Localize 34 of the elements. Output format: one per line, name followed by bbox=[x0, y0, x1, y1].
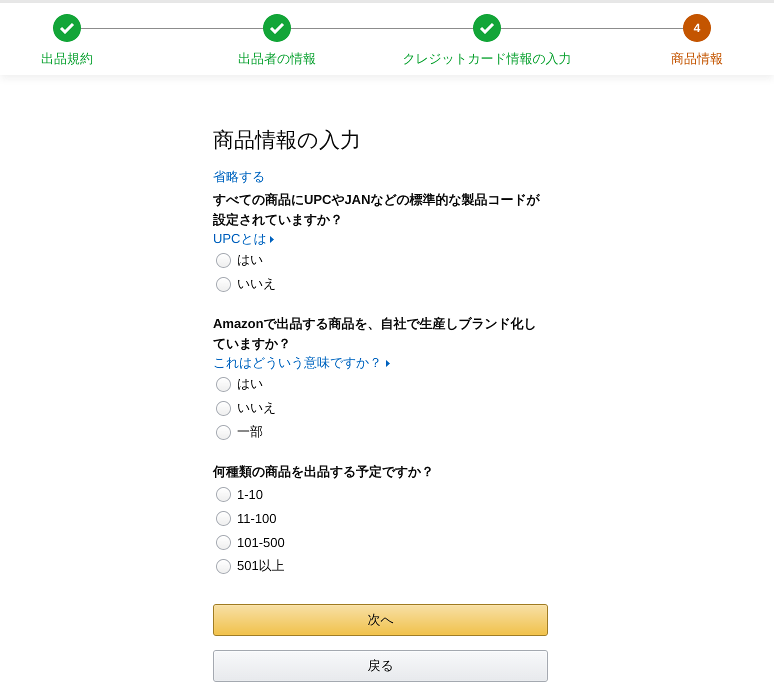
option-label: 1-10 bbox=[237, 486, 264, 502]
step-number: 4 bbox=[683, 14, 711, 42]
option-label: いいえ bbox=[237, 399, 276, 417]
next-button[interactable]: 次へ bbox=[213, 604, 548, 636]
option-label: はい bbox=[237, 375, 263, 393]
option-label: 101-500 bbox=[237, 534, 285, 550]
radio-button[interactable] bbox=[216, 510, 231, 526]
question-text: 何種類の商品を出品する予定ですか？ bbox=[213, 463, 435, 481]
radio-button[interactable] bbox=[216, 534, 231, 550]
help-link[interactable]: UPCとは bbox=[213, 230, 274, 248]
page-title: 商品情報の入力 bbox=[213, 128, 362, 154]
help-link[interactable]: これはどういう意味ですか？ bbox=[213, 354, 390, 372]
radio-button[interactable] bbox=[216, 276, 231, 292]
radio-button[interactable] bbox=[216, 252, 231, 268]
back-button[interactable]: 戻る bbox=[213, 650, 548, 682]
option-label: 501以上 bbox=[237, 557, 285, 575]
step-label: 商品情報 bbox=[671, 50, 723, 68]
option-label: いいえ bbox=[237, 275, 276, 293]
step-label: 出品規約 bbox=[41, 50, 93, 68]
question-text: Amazonで出品する商品を、自社で生産しブランド化していますか？ bbox=[213, 315, 538, 353]
caret-icon bbox=[386, 360, 390, 366]
radio-button[interactable] bbox=[216, 424, 231, 440]
caret-icon bbox=[270, 236, 274, 242]
option-label: 一部 bbox=[237, 423, 263, 441]
option-label: 11-100 bbox=[237, 510, 277, 526]
question-text: すべての商品にUPCやJANなどの標準的な製品コードが設定されていますか？ bbox=[213, 191, 541, 229]
radio-button[interactable] bbox=[216, 558, 231, 574]
radio-button[interactable] bbox=[216, 376, 231, 392]
radio-button[interactable] bbox=[216, 486, 231, 502]
radio-button[interactable] bbox=[216, 400, 231, 416]
option-label: はい bbox=[237, 251, 263, 269]
skip-link[interactable]: 省略する bbox=[213, 168, 265, 186]
step-label: クレジットカード情報の入力 bbox=[402, 50, 572, 68]
step-label: 出品者の情報 bbox=[238, 50, 316, 68]
